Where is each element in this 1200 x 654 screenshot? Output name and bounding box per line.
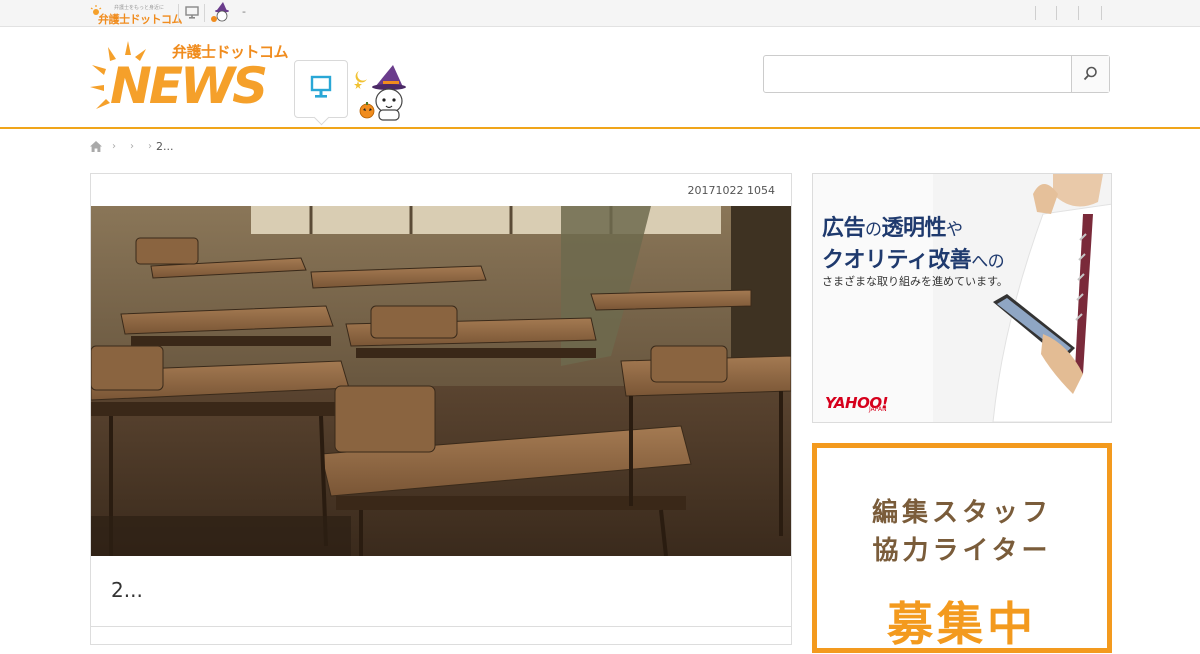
divider <box>1056 6 1057 20</box>
halloween-mascot-icon[interactable] <box>209 2 233 24</box>
brand-tagline: 弁護士をもっと身近に <box>114 5 165 11</box>
classroom-photo <box>91 206 791 556</box>
divider <box>178 4 179 22</box>
ad-headline-line1: 広告の透明性や <box>822 210 963 242</box>
ad-headline-particle: への <box>971 252 1005 272</box>
breadcrumb: › › › 2... <box>90 138 174 154</box>
recruit-writers-banner[interactable]: 編集スタッフ 協力ライター 募集中 <box>812 443 1112 653</box>
recruit-line3: 募集中 <box>887 597 1037 651</box>
article-title[interactable]: 2... <box>111 578 143 602</box>
breadcrumb-home[interactable] <box>90 140 102 152</box>
ad-headline-particle: や <box>946 220 963 240</box>
yahoo-ad-banner[interactable]: 広告の透明性や クオリティ改善への さまざまな取り組みを進めています。 YAHO… <box>812 173 1112 423</box>
recruit-line2: 協力ライター <box>872 536 1052 566</box>
ad-headline-particle: の <box>865 220 882 240</box>
breadcrumb-current: 2... <box>156 139 174 153</box>
divider <box>1078 6 1079 20</box>
breadcrumb-separator: › <box>148 140 152 152</box>
ad-headline-line2: クオリティ改善への <box>822 242 1005 274</box>
search-input[interactable] <box>764 56 1064 90</box>
home-icon <box>90 140 102 152</box>
topbar-separator-text: - <box>242 5 246 18</box>
mini-brand-logo[interactable]: 弁護士をもっと身近に 弁護士ドットコム <box>90 3 183 26</box>
site-logo[interactable]: 弁護士ドットコム NEWS <box>88 39 289 119</box>
top-utility-bar: 弁護士をもっと身近に 弁護士ドットコム - <box>0 0 1200 27</box>
logo-news-text: NEWS <box>110 57 268 115</box>
yahoo-logo-sub: JAPAN <box>869 406 887 413</box>
brand-name: 弁護士ドットコム <box>98 13 183 26</box>
breadcrumb-separator: › <box>112 140 116 152</box>
divider <box>91 626 791 627</box>
halloween-mascot-icon[interactable] <box>353 65 415 123</box>
search-button[interactable] <box>1071 56 1109 92</box>
ad-headline-text: クオリティ改善 <box>822 248 972 273</box>
search-box <box>763 55 1110 93</box>
ad-headline-text: 透明性 <box>881 216 947 241</box>
breadcrumb-separator: › <box>130 140 134 152</box>
pc-monitor-icon[interactable] <box>184 5 200 21</box>
recruit-line1: 編集スタッフ <box>871 498 1052 528</box>
pc-site-switch-button[interactable] <box>294 60 348 118</box>
divider <box>1101 6 1102 20</box>
article-card: 20171022 1054 2... <box>90 173 792 645</box>
search-icon <box>1083 66 1097 81</box>
divider <box>204 4 205 22</box>
site-header: 弁護士ドットコム NEWS <box>0 27 1200 129</box>
article-date: 20171022 1054 <box>687 184 775 197</box>
ad-subtext: さまざまな取り組みを進めています。 <box>822 275 1008 288</box>
pc-monitor-icon <box>310 75 332 98</box>
article-hero-image <box>91 206 791 556</box>
divider <box>1035 6 1036 20</box>
ad-headline-text: 広告 <box>822 216 866 241</box>
